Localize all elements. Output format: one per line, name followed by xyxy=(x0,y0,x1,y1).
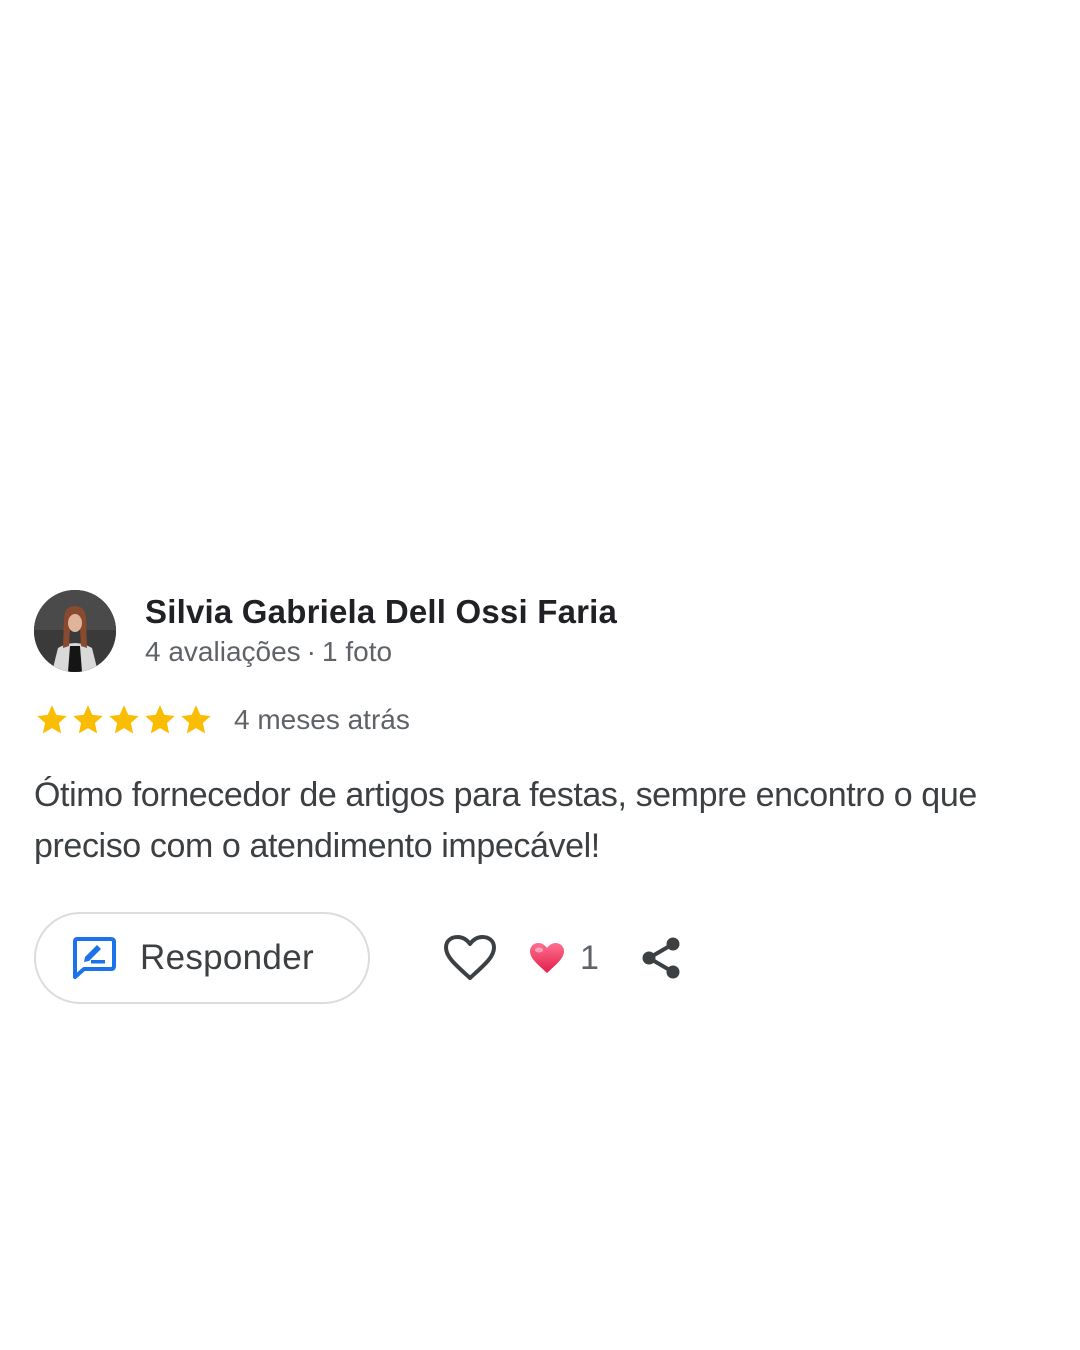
star-icon xyxy=(37,705,67,734)
share-button[interactable] xyxy=(635,932,687,984)
star-rating xyxy=(34,702,214,738)
star-icon xyxy=(109,705,139,734)
share-icon xyxy=(642,937,680,979)
reply-button[interactable]: Responder xyxy=(34,912,370,1004)
reviews-count: 4 avaliações xyxy=(145,636,301,667)
like-button[interactable] xyxy=(440,928,500,988)
review-time: 4 meses atrás xyxy=(234,704,410,735)
author-info: Silvia Gabriela Dell Ossi Faria 4 avalia… xyxy=(145,592,617,670)
reaction-count: 1 xyxy=(580,938,599,977)
photos-count: 1 foto xyxy=(321,636,393,667)
reaction-summary[interactable]: 1 xyxy=(528,939,599,978)
review-text: Ótimo fornecedor de artigos para festas,… xyxy=(34,776,977,865)
author-name[interactable]: Silvia Gabriela Dell Ossi Faria xyxy=(145,592,617,632)
avatar[interactable] xyxy=(34,590,116,672)
heart-filled-icon xyxy=(530,943,564,973)
star-icon xyxy=(145,705,175,734)
meta-separator: · xyxy=(306,636,316,667)
rating-row: 4 meses atrás xyxy=(34,700,1054,740)
review-actions: Responder 1 xyxy=(34,910,1054,1006)
author-meta: 4 avaliações · 1 foto xyxy=(145,634,617,670)
heart-outline-icon xyxy=(444,935,496,980)
review-header: Silvia Gabriela Dell Ossi Faria 4 avalia… xyxy=(34,588,1054,674)
review-card: Silvia Gabriela Dell Ossi Faria 4 avalia… xyxy=(34,588,1054,1006)
star-icon xyxy=(73,705,103,734)
reply-label: Responder xyxy=(140,938,314,977)
reply-edit-icon xyxy=(73,937,116,979)
star-icon xyxy=(181,705,211,734)
